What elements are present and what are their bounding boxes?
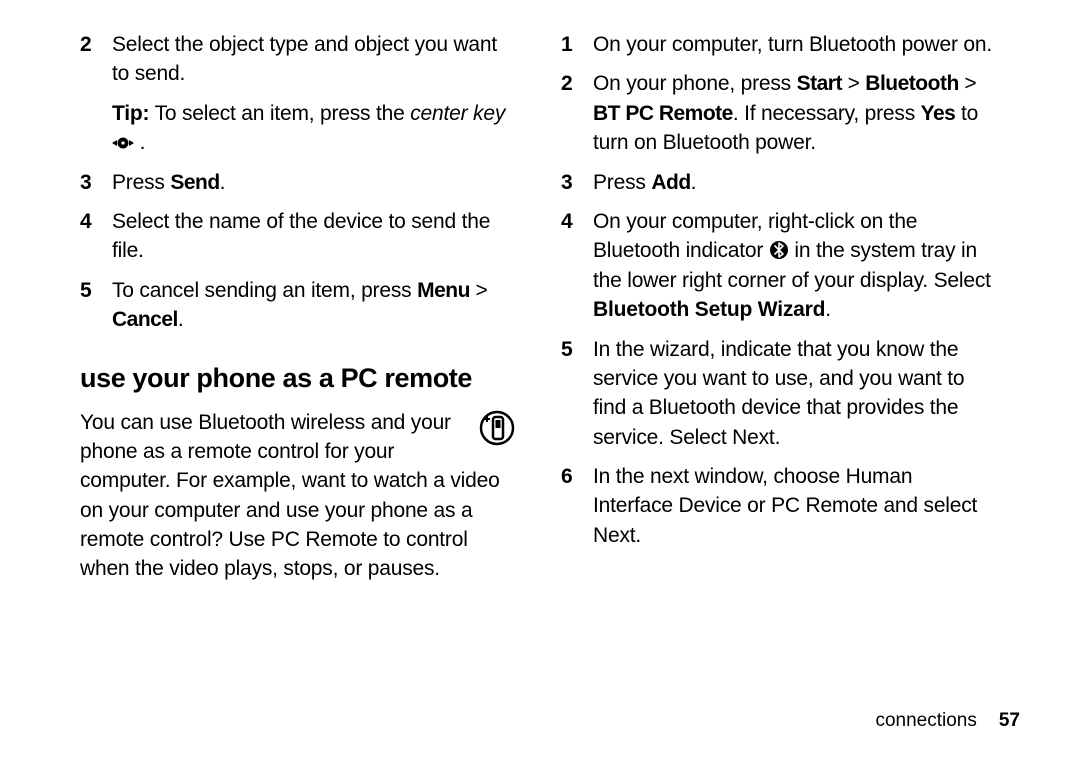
- right-step-4: 4 On your computer, right-click on the B…: [561, 207, 996, 325]
- right-step-6: 6 In the next window, choose Human Inter…: [561, 462, 996, 550]
- step-number: 5: [80, 276, 112, 305]
- step-number: 4: [80, 207, 112, 236]
- right-step-5: 5 In the wizard, indicate that you know …: [561, 335, 996, 453]
- left-step-4: 4 Select the name of the device to send …: [80, 207, 515, 266]
- step-bold-menu: Menu: [417, 279, 470, 302]
- step-lead: Press: [593, 171, 651, 194]
- step-bold: Send: [170, 171, 219, 194]
- step-number: 2: [561, 69, 593, 98]
- step-number: 2: [80, 30, 112, 59]
- left-step-3: 3 Press Send.: [80, 168, 515, 197]
- step-lead: Press: [112, 171, 170, 194]
- step-number: 5: [561, 335, 593, 364]
- step-tail: .: [691, 171, 697, 194]
- step-body: Select the object type and object you wa…: [112, 30, 515, 158]
- step-text: Select the object type and object you wa…: [112, 33, 497, 85]
- bold-start: Start: [797, 72, 842, 95]
- step-body: In the wizard, indicate that you know th…: [593, 335, 996, 453]
- two-column-layout: 2 Select the object type and object you …: [80, 30, 1020, 594]
- step-mid: >: [470, 279, 488, 302]
- step-number: 6: [561, 462, 593, 491]
- step-number: 1: [561, 30, 593, 59]
- step-tip: Tip: To select an item, press the center…: [112, 99, 515, 158]
- left-steps-list: 2 Select the object type and object you …: [80, 30, 515, 335]
- bold-add: Add: [651, 171, 690, 194]
- step-tail: .: [825, 298, 831, 321]
- step-body: On your computer, right-click on the Blu…: [593, 207, 996, 325]
- right-step-2: 2 On your phone, press Start > Bluetooth…: [561, 69, 996, 157]
- right-step-1: 1 On your computer, turn Bluetooth power…: [561, 30, 996, 59]
- step-body: Press Send.: [112, 168, 515, 197]
- manual-page: 2 Select the object type and object you …: [0, 0, 1080, 764]
- step-number: 3: [561, 168, 593, 197]
- step-body: Select the name of the device to send th…: [112, 207, 515, 266]
- step-lead: On your phone, press: [593, 72, 797, 95]
- step-lead: To cancel sending an item, press: [112, 279, 417, 302]
- step-tail: .: [220, 171, 226, 194]
- section-heading-pc-remote: use your phone as a PC remote: [80, 363, 515, 394]
- step-body: To cancel sending an item, press Menu > …: [112, 276, 515, 335]
- step-body: Press Add.: [593, 168, 996, 197]
- pc-remote-paragraph: You can use Bluetooth wireless and your …: [80, 408, 515, 584]
- footer-section-label: connections: [875, 710, 976, 731]
- tip-tail: .: [134, 131, 145, 154]
- step-tail: .: [178, 308, 184, 331]
- step-number: 3: [80, 168, 112, 197]
- step-mid: . If necessary, press: [733, 102, 921, 125]
- feature-phone-icon: [479, 410, 515, 446]
- bold-bt-pc-remote: BT PC Remote: [593, 102, 733, 125]
- page-footer: connections 57: [875, 710, 1020, 732]
- step-body: In the next window, choose Human Interfa…: [593, 462, 996, 550]
- step-number: 4: [561, 207, 593, 236]
- footer-page-number: 57: [999, 710, 1020, 731]
- right-step-3: 3 Press Add.: [561, 168, 996, 197]
- tip-lead: Tip:: [112, 102, 149, 125]
- left-step-2: 2 Select the object type and object you …: [80, 30, 515, 158]
- right-column: 1 On your computer, turn Bluetooth power…: [561, 30, 996, 594]
- bluetooth-indicator-icon: [769, 240, 789, 260]
- step-body: On your phone, press Start > Bluetooth >…: [593, 69, 996, 157]
- step-body: On your computer, turn Bluetooth power o…: [593, 30, 996, 59]
- tip-rest: To select an item, press the: [149, 102, 410, 125]
- bold-yes: Yes: [921, 102, 956, 125]
- bold-bluetooth-setup-wizard: Bluetooth Setup Wizard: [593, 298, 825, 321]
- center-key-icon: [112, 135, 134, 151]
- left-column: 2 Select the object type and object you …: [80, 30, 515, 594]
- center-key-label: center key: [410, 102, 505, 125]
- left-step-5: 5 To cancel sending an item, press Menu …: [80, 276, 515, 335]
- bold-bluetooth: Bluetooth: [865, 72, 958, 95]
- right-steps-list: 1 On your computer, turn Bluetooth power…: [561, 30, 996, 550]
- step-bold-cancel: Cancel: [112, 308, 178, 331]
- pc-remote-text: You can use Bluetooth wireless and your …: [80, 411, 500, 581]
